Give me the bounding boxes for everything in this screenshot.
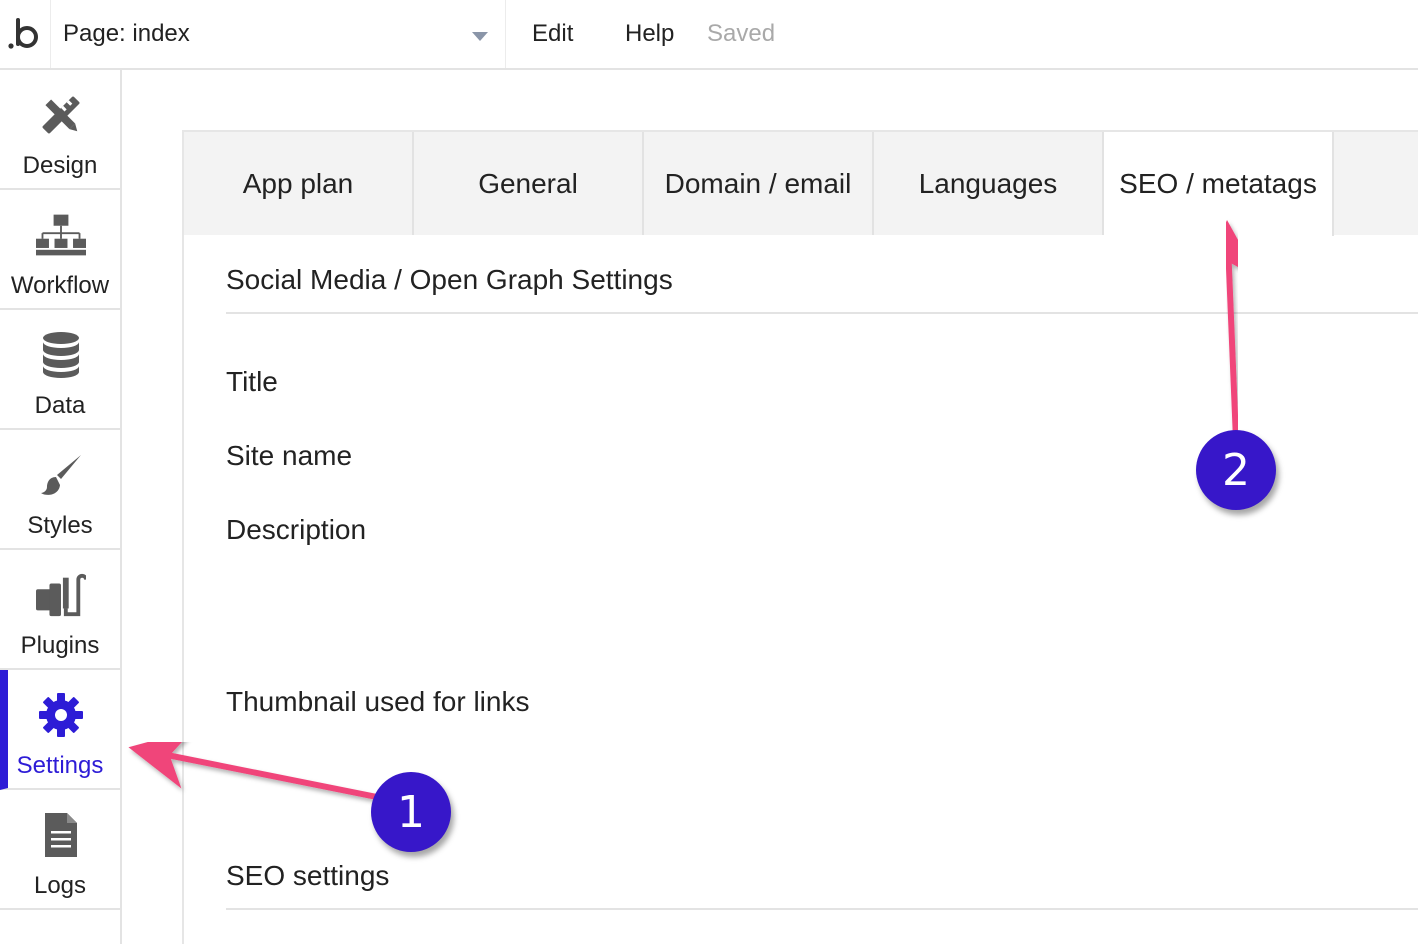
saved-status: Saved (707, 20, 776, 47)
sidebar-item-workflow[interactable]: Workflow (0, 190, 120, 310)
design-tools-icon (36, 90, 86, 140)
help-menu[interactable]: Help (625, 20, 674, 48)
sidebar-item-label: Logs (33, 872, 87, 899)
gear-icon (36, 690, 86, 740)
sidebar-item-styles[interactable]: Styles (0, 430, 120, 550)
paintbrush-icon (36, 450, 86, 500)
sidebar-item-design[interactable]: Design (0, 70, 120, 190)
database-icon (36, 330, 86, 380)
sidebar-item-label: Plugins (20, 632, 100, 659)
sidebar-item-label: Settings (16, 752, 104, 779)
sidebar-item-label: Styles (27, 512, 93, 539)
settings-panel: App plan General Domain / email Language… (182, 130, 1418, 944)
tab-general[interactable]: General (414, 132, 644, 235)
workflow-tree-icon (36, 210, 86, 260)
field-label-description: Description (226, 514, 367, 545)
field-label-title: Title (226, 366, 278, 397)
sidebar-item-data[interactable]: Data (0, 310, 120, 430)
tab-languages[interactable]: Languages (874, 132, 1104, 235)
settings-tabs: App plan General Domain / email Language… (184, 132, 1418, 236)
annotation-badge-1: 1 (371, 772, 451, 852)
document-icon (36, 810, 86, 860)
page-selector-label: Page: index (63, 20, 190, 47)
field-label-site-name: Site name (226, 440, 353, 471)
bubble-logo-icon[interactable] (0, 0, 50, 68)
section-title-open-graph: Social Media / Open Graph Settings (226, 264, 673, 295)
tab-seo-metatags[interactable]: SEO / metatags (1104, 132, 1334, 236)
sidebar-item-label: Data (34, 392, 86, 419)
chevron-down-icon (472, 32, 488, 41)
section-divider (226, 312, 1418, 314)
sidebar-item-plugins[interactable]: Plugins (0, 550, 120, 670)
section-title-seo: SEO settings (226, 860, 390, 891)
field-label-thumbnail: Thumbnail used for links (226, 686, 530, 717)
tab-domain-email[interactable]: Domain / email (644, 132, 874, 235)
edit-menu[interactable]: Edit (532, 20, 573, 48)
sidebar-item-settings[interactable]: Settings (0, 670, 120, 790)
page-selector-dropdown[interactable]: Page: index (50, 0, 506, 68)
top-bar: Page: index Edit Help Saved (0, 0, 1418, 70)
annotation-badge-2: 2 (1196, 430, 1276, 510)
plugin-plug-icon (36, 570, 86, 620)
sidebar-item-label: Workflow (10, 272, 110, 299)
tab-app-plan[interactable]: App plan (184, 132, 414, 235)
section-divider (226, 908, 1418, 910)
sidebar-item-logs[interactable]: Logs (0, 790, 120, 910)
sidebar: Design Workflow Data Styles Plugins Sett… (0, 70, 122, 944)
sidebar-item-label: Design (22, 152, 98, 179)
